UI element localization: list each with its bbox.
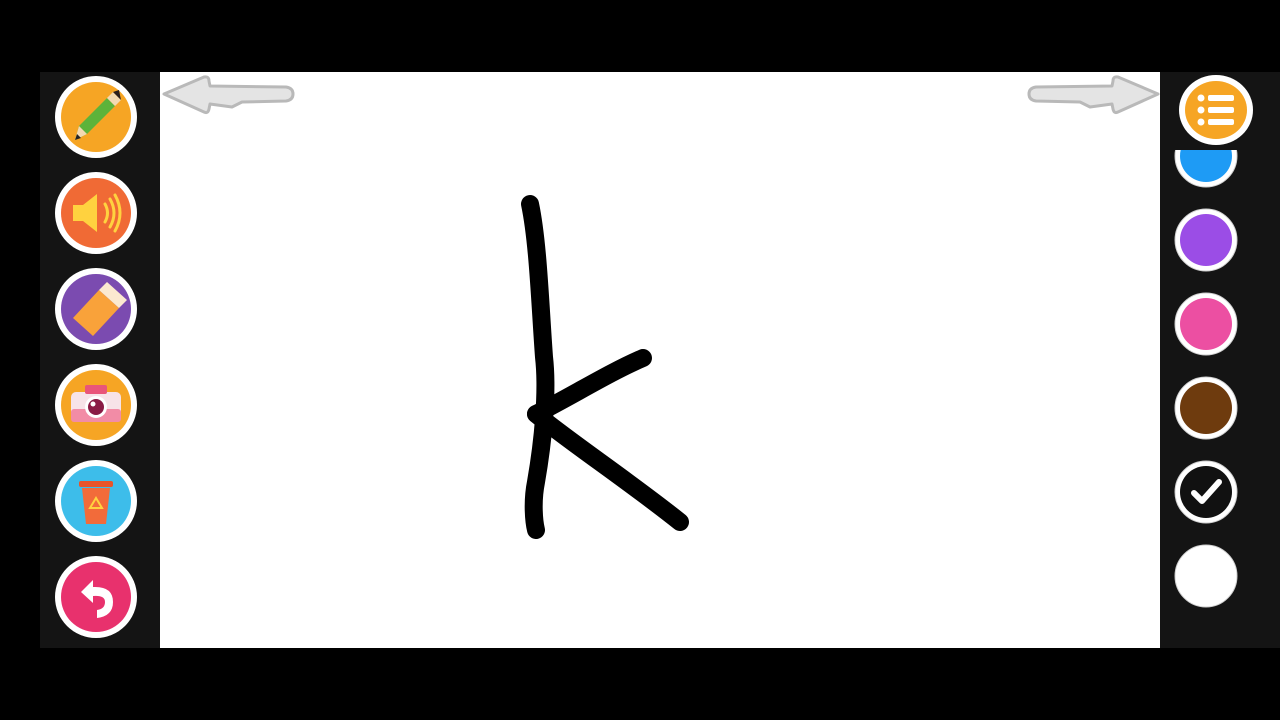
sound-tool-button[interactable]: [53, 170, 139, 256]
k-leg-stroke: [527, 405, 689, 531]
swatch-circle: [1174, 460, 1238, 524]
eraser-icon: [55, 268, 137, 350]
menu-button[interactable]: [1178, 74, 1254, 146]
camera-tool-button[interactable]: [53, 362, 139, 448]
arrow-right-icon: [1027, 75, 1160, 115]
swatch-circle: [1174, 376, 1238, 440]
speaker-icon: [55, 172, 137, 254]
k-stem-stroke: [521, 195, 555, 539]
pencil-tool-button[interactable]: [53, 74, 139, 160]
pencil-icon: [55, 76, 137, 158]
color-swatch-1[interactable]: [1174, 150, 1238, 188]
next-page-button[interactable]: [1026, 72, 1162, 118]
color-swatch-6[interactable]: [1174, 544, 1238, 608]
arrow-left-icon: [162, 75, 295, 115]
app-screen: [0, 0, 1280, 720]
trash-tool-button[interactable]: [53, 458, 139, 544]
previous-page-button[interactable]: [160, 72, 296, 118]
color-swatch-2[interactable]: [1174, 208, 1238, 272]
letter-k-drawing: [521, 195, 689, 539]
color-swatch-4[interactable]: [1174, 376, 1238, 440]
drawing-canvas[interactable]: [160, 72, 1160, 648]
undo-icon: [55, 556, 137, 638]
undo-tool-button[interactable]: [53, 554, 139, 640]
swatch-circle: [1174, 292, 1238, 356]
drawing-layer: [521, 195, 689, 539]
color-palette: [1160, 150, 1280, 648]
list-menu-icon: [1179, 75, 1253, 145]
eraser-tool-button[interactable]: [53, 266, 139, 352]
swatch-circle: [1174, 544, 1238, 608]
camera-icon: [55, 364, 137, 446]
swatch-circle: [1174, 150, 1238, 188]
swatch-circle: [1174, 208, 1238, 272]
color-swatch-5[interactable]: [1174, 460, 1238, 524]
color-swatch-3[interactable]: [1174, 292, 1238, 356]
trash-icon: [55, 460, 137, 542]
